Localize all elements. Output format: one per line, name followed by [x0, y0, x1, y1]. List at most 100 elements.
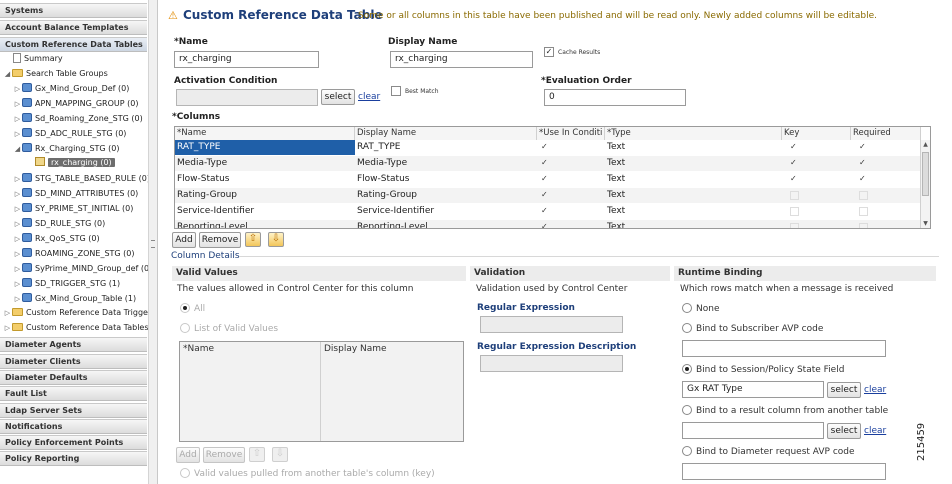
add-value-button[interactable]: Add: [176, 447, 200, 463]
cell-name[interactable]: Service-Identifier: [175, 204, 355, 219]
cell-name[interactable]: RAT_TYPE: [175, 140, 355, 155]
valid-values-all-radio[interactable]: [180, 303, 190, 313]
diameter-avp-field[interactable]: [682, 463, 886, 480]
key-checkbox[interactable]: ✓: [790, 142, 797, 151]
cell-display-name[interactable]: Rating-Group: [355, 188, 537, 203]
subscriber-avp-field[interactable]: [682, 340, 886, 357]
table-row[interactable]: Flow-Status Flow-Status Text ✓ ✓ ✓: [175, 172, 921, 187]
tree-item-rx-charging[interactable]: rx_charging (0): [35, 156, 115, 170]
nav-section-diameter-defaults[interactable]: Diameter Defaults: [0, 370, 147, 385]
move-down-icon[interactable]: ⇩: [272, 447, 288, 462]
tree-item[interactable]: ◢ Rx_Charging_STG (0): [13, 142, 120, 156]
result-column-field[interactable]: [682, 422, 824, 439]
add-column-button[interactable]: Add: [172, 232, 196, 248]
chevron-right-icon[interactable]: ▷: [13, 172, 22, 186]
bind-diameter-avp-radio[interactable]: [682, 446, 692, 456]
nav-section-diameter-agents[interactable]: Diameter Agents: [0, 337, 147, 352]
key-checkbox[interactable]: [790, 223, 799, 228]
cache-results-checkbox[interactable]: ✓: [544, 47, 554, 57]
tree-item[interactable]: ▷ STG_TABLE_BASED_RULE (0): [13, 172, 150, 186]
nav-section-diameter-clients[interactable]: Diameter Clients: [0, 354, 147, 369]
use-in-condition-checkbox[interactable]: ✓: [541, 174, 548, 183]
table-row[interactable]: RAT_TYPE RAT_TYPE Text ✓ ✓ ✓: [175, 140, 921, 155]
chevron-right-icon[interactable]: ▷: [13, 202, 22, 216]
tree-item[interactable]: ▷ SD_ADC_RULE_STG (0): [13, 127, 126, 141]
bind-subscriber-avp-radio[interactable]: [682, 323, 692, 333]
table-row[interactable]: Reporting-Level Reporting-Level Text ✓: [175, 220, 921, 228]
tree-item[interactable]: ▷ SD_TRIGGER_STG (1): [13, 277, 120, 291]
chevron-right-icon[interactable]: ▷: [13, 187, 22, 201]
tree-item[interactable]: ▷ SY_PRIME_ST_INITIAL (0): [13, 202, 133, 216]
display-name-field[interactable]: rx_charging: [390, 51, 533, 68]
chevron-right-icon[interactable]: ▷: [3, 306, 12, 320]
scroll-thumb[interactable]: [922, 152, 929, 196]
session-clear-link[interactable]: clear: [864, 385, 886, 395]
required-checkbox[interactable]: [859, 191, 868, 200]
cell-type[interactable]: Text: [605, 220, 782, 228]
activation-clear-link[interactable]: clear: [358, 92, 380, 102]
required-checkbox[interactable]: ✓: [859, 174, 866, 183]
cell-name[interactable]: Flow-Status: [175, 172, 355, 187]
chevron-right-icon[interactable]: ▷: [13, 247, 22, 261]
tree-item[interactable]: ▷ Gx_Mind_Group_Table (1): [13, 292, 136, 306]
tree-item[interactable]: ▷ Rx_QoS_STG (0): [13, 232, 100, 246]
cell-display-name[interactable]: Service-Identifier: [355, 204, 537, 219]
nav-section-policy-enforcement-points[interactable]: Policy Enforcement Points: [0, 435, 147, 450]
regular-expression-description-field[interactable]: [480, 355, 623, 372]
use-in-condition-checkbox[interactable]: ✓: [541, 206, 548, 215]
use-in-condition-checkbox[interactable]: ✓: [541, 158, 548, 167]
tree-item[interactable]: ▷ Gx_Mind_Group_Def (0): [13, 82, 129, 96]
chevron-right-icon[interactable]: ▷: [3, 321, 12, 335]
move-up-icon[interactable]: ⇧: [245, 232, 261, 247]
table-row[interactable]: Rating-Group Rating-Group Text ✓: [175, 188, 921, 203]
tree-item[interactable]: ▷ SD_RULE_STG (0): [13, 217, 105, 231]
chevron-right-icon[interactable]: ▷: [13, 127, 22, 141]
activation-select-button[interactable]: select: [321, 89, 355, 105]
required-checkbox[interactable]: ✓: [859, 158, 866, 167]
valid-values-list-radio[interactable]: [180, 323, 190, 333]
name-field[interactable]: rx_charging: [174, 51, 319, 68]
nav-section-account-balance-templates[interactable]: Account Balance Templates: [0, 20, 147, 35]
session-state-field[interactable]: Gx RAT Type: [682, 381, 824, 398]
scroll-grip[interactable]: [151, 240, 155, 248]
cell-type[interactable]: Text: [605, 204, 782, 219]
cell-display-name[interactable]: Media-Type: [355, 156, 537, 171]
nav-section-custom-reference-data-tables[interactable]: Custom Reference Data Tables: [0, 37, 147, 52]
nav-section-policy-reporting[interactable]: Policy Reporting: [0, 451, 147, 466]
required-checkbox[interactable]: [859, 223, 868, 228]
session-select-button[interactable]: select: [827, 382, 861, 398]
required-checkbox[interactable]: ✓: [859, 142, 866, 151]
cell-type[interactable]: Text: [605, 172, 782, 187]
chevron-down-icon[interactable]: ◢: [3, 67, 12, 81]
chevron-down-icon[interactable]: ◢: [13, 142, 22, 156]
chevron-right-icon[interactable]: ▷: [13, 97, 22, 111]
cell-type[interactable]: Text: [605, 140, 782, 155]
cell-display-name[interactable]: Reporting-Level: [355, 220, 537, 228]
tree-item[interactable]: ▷ APN_MAPPING_GROUP (0): [13, 97, 138, 111]
tree-custom-reference-data-tables[interactable]: ▷ Custom Reference Data Tables: [3, 321, 149, 335]
tree-item[interactable]: ▷ ROAMING_ZONE_STG (0): [13, 247, 135, 261]
use-in-condition-checkbox[interactable]: ✓: [541, 142, 548, 151]
activation-condition-field[interactable]: [176, 89, 318, 106]
cell-display-name[interactable]: Flow-Status: [355, 172, 537, 187]
bind-session-state-radio[interactable]: [682, 364, 692, 374]
tree-item[interactable]: ▷ SD_MIND_ATTRIBUTES (0): [13, 187, 138, 201]
table-row[interactable]: Service-Identifier Service-Identifier Text…: [175, 204, 921, 219]
cell-display-name[interactable]: RAT_TYPE: [355, 140, 537, 155]
key-checkbox[interactable]: ✓: [790, 174, 797, 183]
cell-name[interactable]: Reporting-Level: [175, 220, 355, 228]
chevron-right-icon[interactable]: ▷: [13, 292, 22, 306]
chevron-right-icon[interactable]: ▷: [13, 82, 22, 96]
required-checkbox[interactable]: [859, 207, 868, 216]
chevron-right-icon[interactable]: ▷: [13, 217, 22, 231]
key-checkbox[interactable]: [790, 191, 799, 200]
key-checkbox[interactable]: [790, 207, 799, 216]
bind-result-column-radio[interactable]: [682, 405, 692, 415]
use-in-condition-checkbox[interactable]: ✓: [541, 190, 548, 199]
cell-name[interactable]: Rating-Group: [175, 188, 355, 203]
chevron-right-icon[interactable]: ▷: [13, 277, 22, 291]
cell-type[interactable]: Text: [605, 188, 782, 203]
scroll-up-icon[interactable]: ▲: [922, 141, 929, 149]
tree-item[interactable]: ▷ SyPrime_MIND_Group_def (0: [13, 262, 149, 276]
chevron-right-icon[interactable]: ▷: [13, 232, 22, 246]
